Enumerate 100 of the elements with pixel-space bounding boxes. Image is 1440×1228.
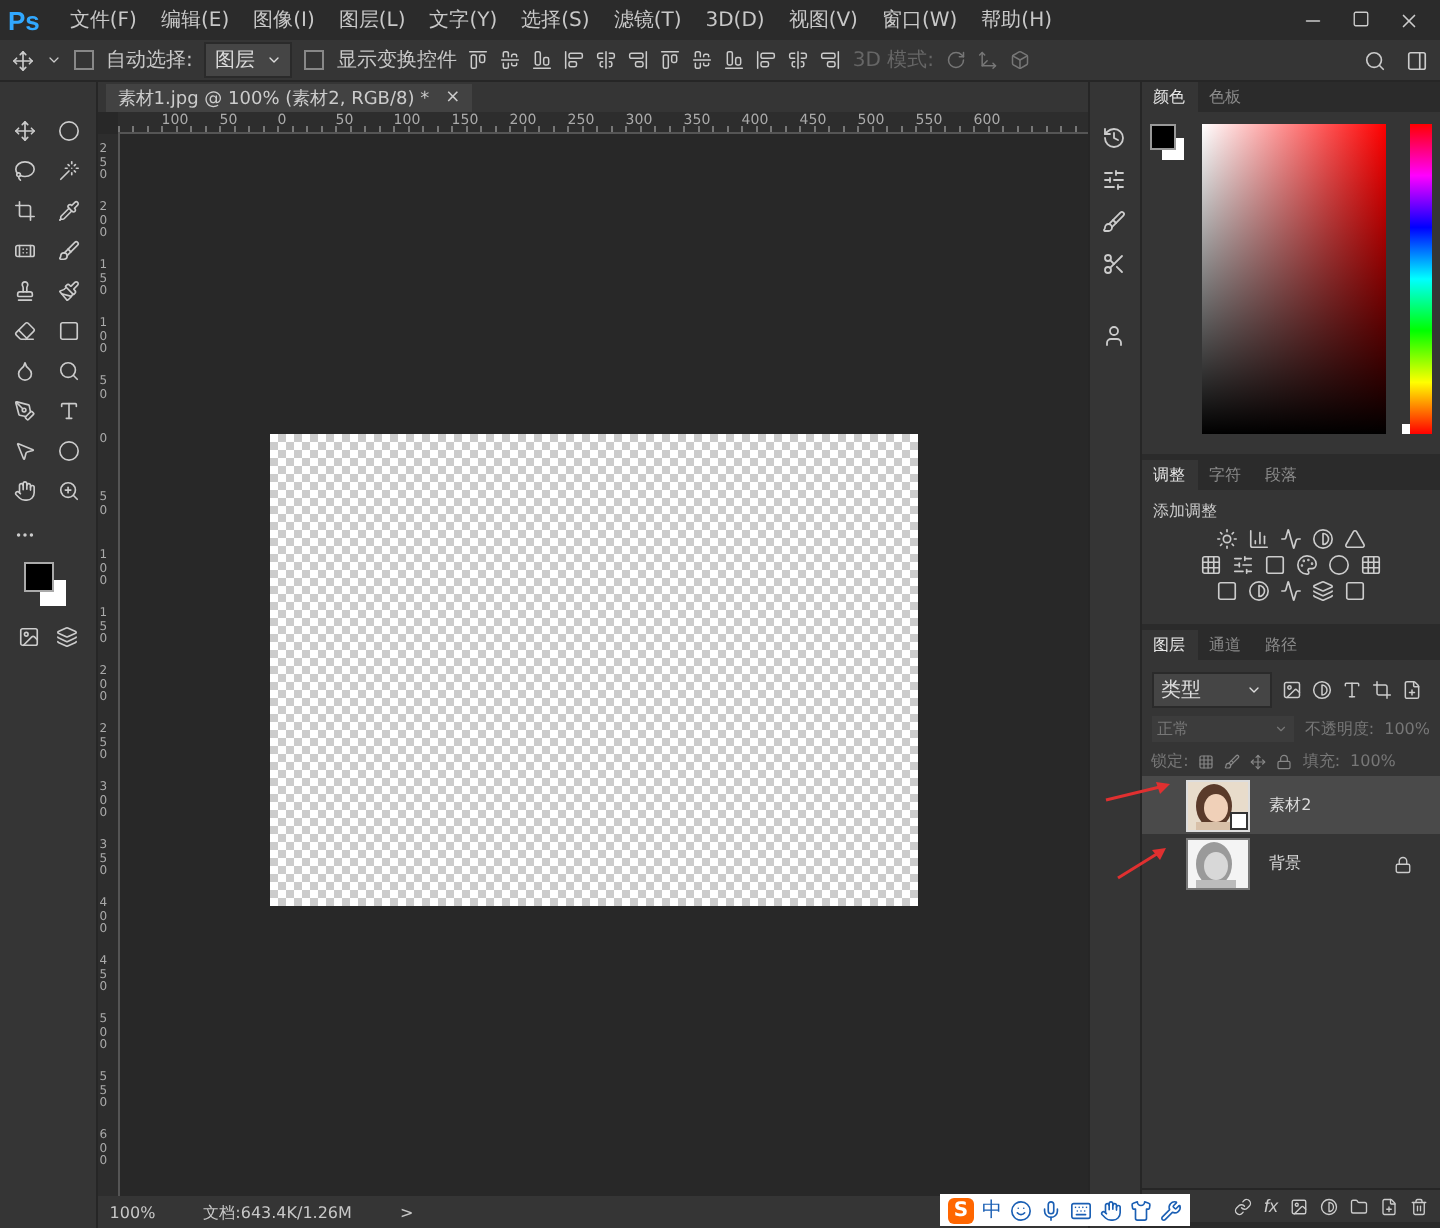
pointer-icon[interactable] (14, 440, 37, 462)
new-layer-icon[interactable] (1379, 1197, 1398, 1215)
grid-icon[interactable] (1359, 554, 1382, 576)
target-dropdown[interactable]: 图层 (204, 42, 293, 78)
color-swatches[interactable] (1149, 124, 1186, 160)
move-3d-icon[interactable] (978, 50, 998, 70)
brush-icon[interactable] (1102, 210, 1127, 234)
pen-icon[interactable] (14, 400, 37, 422)
square-icon[interactable] (1343, 580, 1366, 602)
menu-item[interactable]: 编辑(E) (150, 2, 240, 38)
tab-close[interactable]: × (445, 88, 461, 108)
move-icon[interactable] (12, 49, 34, 71)
circle-icon[interactable] (58, 120, 81, 142)
align-icon[interactable] (596, 50, 617, 70)
rotate-icon[interactable] (946, 50, 966, 70)
ime-mode[interactable]: 中 (982, 1196, 1002, 1224)
magnifier-icon[interactable] (58, 360, 81, 382)
slider-thumb[interactable] (1401, 424, 1410, 434)
close-icon[interactable] (1398, 9, 1420, 31)
stamp-icon[interactable] (14, 280, 37, 302)
contrast-icon[interactable] (1247, 580, 1270, 602)
menu-item[interactable]: 窗口(W) (871, 2, 968, 38)
menu-item[interactable]: 帮助(H) (971, 2, 1062, 38)
lock-icon[interactable] (1276, 753, 1293, 769)
image-icon[interactable] (1281, 680, 1302, 700)
move-icon[interactable] (1250, 753, 1267, 769)
menu-item[interactable]: 滤镜(T) (603, 2, 692, 38)
history-icon[interactable] (1102, 126, 1127, 150)
panel-tab[interactable]: 图层 (1141, 630, 1198, 660)
triangle-icon[interactable] (1343, 528, 1366, 550)
align-icon[interactable] (788, 50, 809, 70)
align-icon[interactable] (500, 50, 521, 70)
align-icon[interactable] (564, 50, 585, 70)
square-icon[interactable] (1263, 554, 1286, 576)
paintbrush-icon[interactable] (58, 280, 81, 302)
histogram-icon[interactable] (1247, 528, 1270, 550)
align-icon[interactable] (724, 50, 745, 70)
scissors-icon[interactable] (1102, 252, 1127, 276)
bandage-icon[interactable] (14, 240, 37, 262)
app-logo[interactable]: Ps (8, 5, 40, 35)
keyboard-icon[interactable] (1070, 1199, 1092, 1221)
align-icon[interactable] (692, 50, 713, 70)
color-field[interactable] (1201, 124, 1386, 434)
align-icon[interactable] (820, 50, 841, 70)
filter-dropdown[interactable]: 类型 (1151, 672, 1272, 708)
menu-item[interactable]: 3D(D) (695, 5, 775, 35)
smile-icon[interactable] (1010, 1199, 1032, 1221)
mask-icon[interactable] (17, 626, 40, 648)
brush-icon[interactable] (58, 240, 81, 262)
ellipse-icon[interactable] (58, 440, 81, 462)
caret-icon[interactable] (46, 52, 62, 68)
maximize-icon[interactable] (1352, 9, 1370, 27)
align-icon[interactable] (756, 50, 777, 70)
wrench-icon[interactable] (1160, 1199, 1182, 1221)
grid-icon[interactable] (1199, 554, 1222, 576)
square-icon[interactable] (1215, 580, 1238, 602)
align-icon[interactable] (660, 50, 681, 70)
circle-icon[interactable] (1327, 554, 1350, 576)
sun-icon[interactable] (1215, 528, 1238, 550)
user-icon[interactable] (1102, 324, 1127, 348)
pipette-icon[interactable] (58, 200, 81, 222)
trash-icon[interactable] (1409, 1197, 1428, 1215)
palette-icon[interactable] (1295, 554, 1318, 576)
brush-icon[interactable] (1224, 753, 1241, 769)
box-icon[interactable] (1010, 50, 1030, 70)
curve-icon[interactable] (1279, 580, 1302, 602)
link-icon[interactable] (1233, 1197, 1252, 1215)
menu-item[interactable]: 选择(S) (511, 2, 600, 38)
sliders-icon[interactable] (1231, 554, 1254, 576)
document-tab[interactable]: 素材1.jpg @ 100% (素材2, RGB/8) * × (105, 84, 473, 112)
panel-tab[interactable]: 颜色 (1141, 82, 1198, 112)
align-icon[interactable] (532, 50, 553, 70)
menu-item[interactable]: 文件(F) (59, 2, 147, 38)
mic-icon[interactable] (1040, 1199, 1062, 1221)
workspace-icon[interactable] (1406, 49, 1428, 71)
search-icon[interactable] (1364, 49, 1386, 71)
file-icon[interactable] (1401, 680, 1422, 700)
contrast-icon[interactable] (1311, 680, 1332, 700)
eraser-icon[interactable] (14, 320, 37, 342)
menu-item[interactable]: 图层(L) (328, 2, 416, 38)
shirt-icon[interactable] (1130, 1199, 1152, 1221)
curve-icon[interactable] (1279, 528, 1302, 550)
sliders-icon[interactable] (1102, 168, 1127, 192)
screen-mode-icon[interactable] (55, 626, 78, 648)
crop-icon[interactable] (14, 200, 37, 222)
layer-row[interactable]: 素材2 (1141, 776, 1440, 834)
status-arrow[interactable]: > (399, 1203, 414, 1221)
move-icon[interactable] (14, 120, 37, 142)
checkbox[interactable] (304, 50, 325, 70)
menu-item[interactable]: 视图(V) (778, 2, 868, 38)
fx-button[interactable]: fx (1263, 1196, 1278, 1216)
crop-icon[interactable] (1371, 680, 1392, 700)
wand-icon[interactable] (58, 160, 81, 182)
layers-icon[interactable] (1311, 580, 1334, 602)
checkbox[interactable] (74, 50, 94, 70)
folder-icon[interactable] (1349, 1197, 1368, 1215)
align-icon[interactable] (628, 50, 649, 70)
panel-tab[interactable]: 调整 (1141, 460, 1198, 490)
text-icon[interactable] (58, 400, 81, 422)
hand-icon[interactable] (1100, 1199, 1122, 1221)
